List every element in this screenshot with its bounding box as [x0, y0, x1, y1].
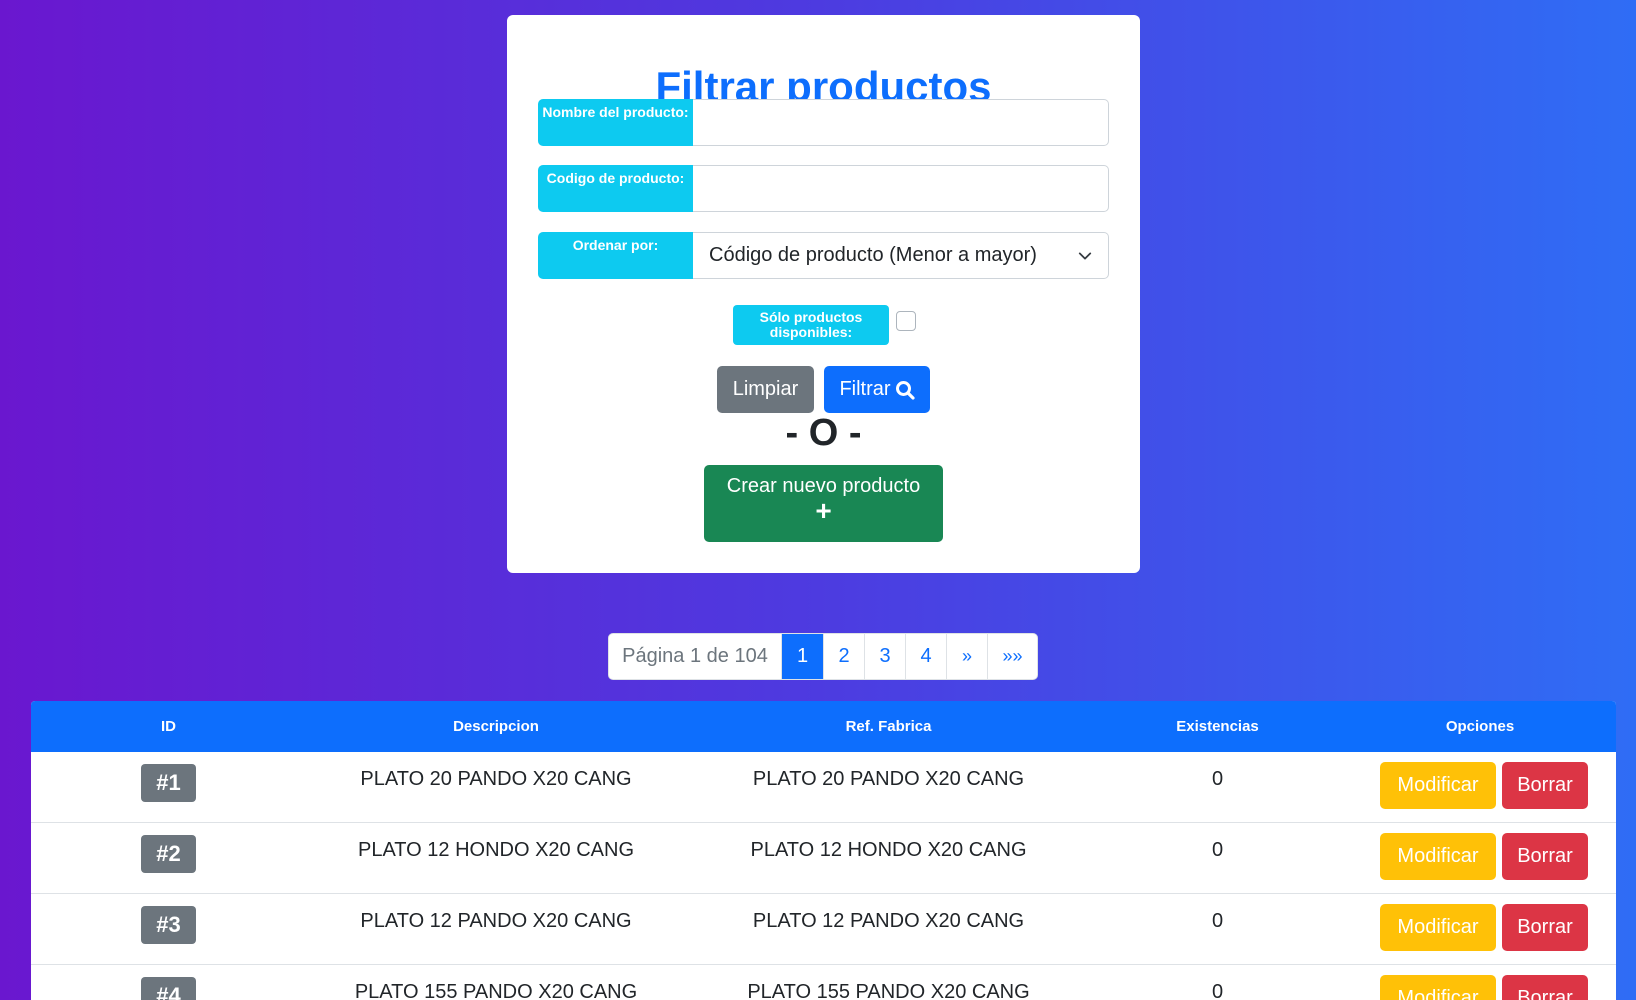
id-badge: #3	[141, 906, 196, 944]
or-separator: - O -	[785, 412, 862, 454]
name-input[interactable]	[693, 99, 1109, 146]
page-link-4[interactable]: 4	[905, 634, 946, 679]
header-description: Descripcion	[453, 718, 539, 735]
order-selected-value: Código de producto (Menor a mayor)	[709, 244, 1037, 266]
ref-cell: PLATO 20 PANDO X20 CANG	[752, 768, 1025, 790]
modify-button[interactable]: Modificar	[1380, 975, 1496, 1000]
header-stock: Existencias	[1176, 718, 1259, 735]
page-info: Página 1 de 104	[622, 645, 768, 667]
filter-button-label: Filtrar	[839, 378, 891, 400]
modify-button[interactable]: Modificar	[1380, 904, 1496, 951]
page-link-2[interactable]: 2	[823, 634, 864, 679]
chevron-down-icon	[1078, 252, 1092, 259]
name-label: Nombre del producto:	[538, 99, 693, 146]
search-icon	[895, 380, 915, 400]
description-cell: PLATO 12 PANDO X20 CANG	[360, 910, 632, 932]
table-row: #3 PLATO 12 PANDO X20 CANG PLATO 12 PAND…	[31, 894, 1616, 965]
products-table: ID Descripcion Ref. Fabrica Existencias …	[31, 701, 1616, 1000]
page-link-1[interactable]: 1	[781, 634, 823, 679]
code-input[interactable]	[693, 165, 1109, 212]
id-badge: #2	[141, 835, 196, 873]
modify-button[interactable]: Modificar	[1380, 833, 1496, 880]
header-options: Opciones	[1445, 718, 1515, 735]
page-last-link[interactable]: »»	[987, 634, 1037, 679]
clear-button-label: Limpiar	[732, 378, 799, 400]
plus-icon: +	[815, 495, 832, 526]
stock-cell: 0	[1211, 910, 1224, 932]
code-input-group: Codigo de producto:	[538, 165, 1109, 212]
ref-cell: PLATO 155 PANDO X20 CANG	[747, 981, 1030, 1000]
delete-button[interactable]: Borrar	[1502, 762, 1588, 809]
pagination: Página 1 de 104 1 2 3 4 » »»	[608, 633, 1038, 680]
clear-button[interactable]: Limpiar	[717, 366, 814, 413]
available-label: Sólo productos disponibles:	[733, 305, 889, 345]
id-badge: #4	[141, 977, 196, 1000]
filter-card: Filtrar productos Nombre del producto: C…	[507, 15, 1140, 573]
description-cell: PLATO 20 PANDO X20 CANG	[360, 768, 632, 790]
stock-cell: 0	[1211, 768, 1224, 790]
ref-cell: PLATO 12 HONDO X20 CANG	[750, 839, 1027, 861]
delete-button[interactable]: Borrar	[1502, 975, 1588, 1000]
filter-button[interactable]: Filtrar	[824, 366, 930, 413]
create-product-button[interactable]: Crear nuevo producto +	[704, 465, 943, 542]
delete-button[interactable]: Borrar	[1502, 833, 1588, 880]
order-select[interactable]: Código de producto (Menor a mayor)	[693, 232, 1109, 279]
header-id: ID	[161, 718, 176, 735]
stock-cell: 0	[1211, 981, 1224, 1000]
stock-cell: 0	[1211, 839, 1224, 861]
header-ref: Ref. Fabrica	[845, 718, 932, 735]
name-input-group: Nombre del producto:	[538, 99, 1109, 146]
table-header: ID Descripcion Ref. Fabrica Existencias …	[31, 701, 1616, 752]
order-input-group: Ordenar por: Código de producto (Menor a…	[538, 232, 1109, 279]
order-label: Ordenar por:	[538, 232, 693, 279]
delete-button[interactable]: Borrar	[1502, 904, 1588, 951]
page-link-3[interactable]: 3	[864, 634, 905, 679]
available-checkbox[interactable]	[896, 311, 916, 331]
description-cell: PLATO 12 HONDO X20 CANG	[357, 839, 634, 861]
available-row: Sólo productos disponibles:	[733, 305, 916, 345]
page-next-link[interactable]: »	[946, 634, 987, 679]
ref-cell: PLATO 12 PANDO X20 CANG	[752, 910, 1025, 932]
table-row: #1 PLATO 20 PANDO X20 CANG PLATO 20 PAND…	[31, 752, 1616, 823]
code-label: Codigo de producto:	[538, 165, 693, 212]
table-row: #4 PLATO 155 PANDO X20 CANG PLATO 155 PA…	[31, 965, 1616, 1000]
table-row: #2 PLATO 12 HONDO X20 CANG PLATO 12 HOND…	[31, 823, 1616, 894]
id-badge: #1	[141, 764, 196, 802]
modify-button[interactable]: Modificar	[1380, 762, 1496, 809]
description-cell: PLATO 155 PANDO X20 CANG	[354, 981, 638, 1000]
